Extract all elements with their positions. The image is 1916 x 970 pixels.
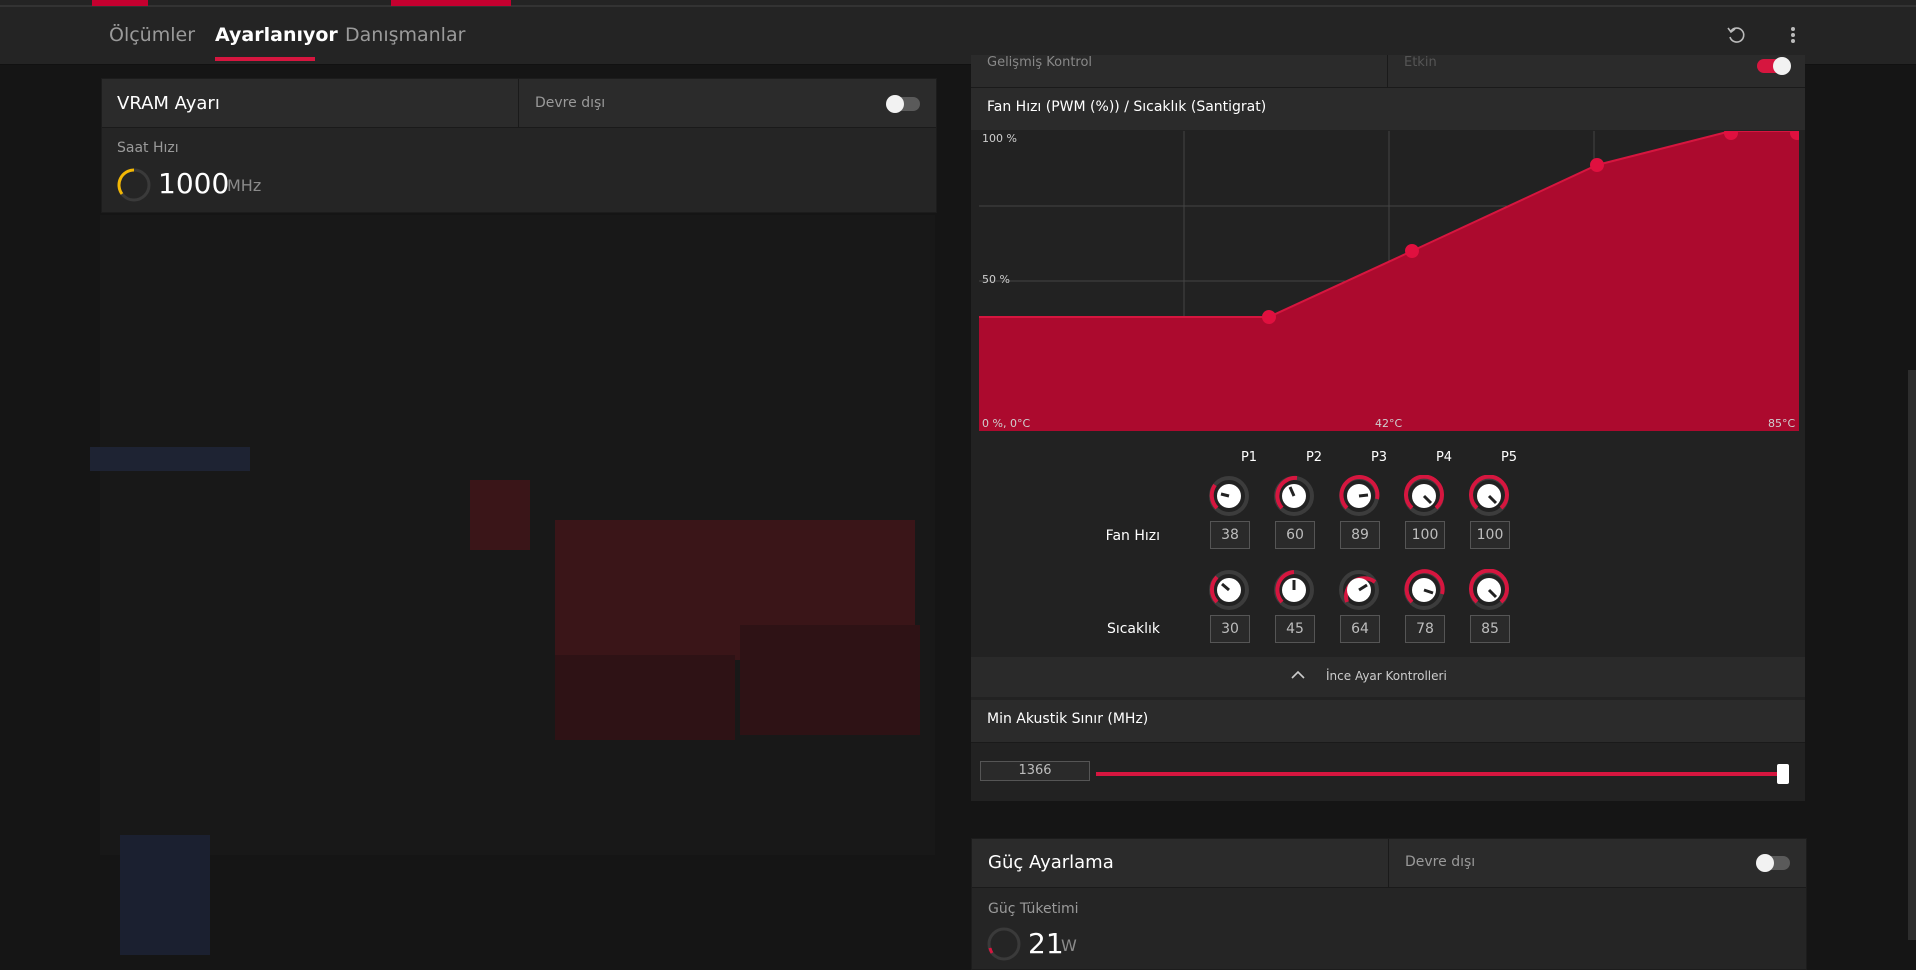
power-toggle[interactable] (1756, 854, 1790, 872)
vram-toggle[interactable] (886, 95, 920, 113)
tab-advisors[interactable]: Danışmanlar (345, 24, 465, 46)
fan-speed-knob-p2[interactable] (1273, 475, 1315, 517)
p1-label: P1 (1240, 450, 1258, 465)
temperature-knob-p2[interactable] (1273, 569, 1315, 611)
p5-label: P5 (1500, 450, 1518, 465)
temperature-row-label: Sıcaklık (1106, 621, 1160, 637)
p4-label: P4 (1435, 450, 1453, 465)
page-scrollbar[interactable] (1908, 370, 1916, 940)
power-state-label: Devre dışı (1405, 854, 1476, 870)
origin-label: 0 %, 0°C (982, 417, 1031, 430)
dim-chart-area-3 (740, 625, 920, 735)
temperature-knob-p1[interactable] (1208, 569, 1250, 611)
p3-label: P3 (1370, 450, 1388, 465)
temperature-knob-p3[interactable] (1338, 569, 1380, 611)
fan-speed-p2-input[interactable]: 60 (1275, 521, 1315, 549)
power-header-divider (1388, 839, 1389, 888)
fan-speed-knob-p5[interactable] (1468, 475, 1510, 517)
y-top-label: 100 % (982, 132, 1017, 145)
temperature-p3-input[interactable]: 64 (1340, 615, 1380, 643)
fan-speed-row-label: Fan Hızı (1105, 528, 1160, 544)
fan-speed-p5-input[interactable]: 100 (1470, 521, 1510, 549)
top-divider (0, 5, 1916, 7)
dim-gauge (120, 835, 210, 955)
temperature-knob-p5[interactable] (1468, 569, 1510, 611)
acoustic-value-input[interactable]: 1366 (980, 761, 1090, 781)
top-accent-mid (391, 0, 511, 6)
top-accent-left (92, 0, 148, 6)
power-card: Güç Ayarlama Devre dışı Güç Tüketimi 21 … (971, 838, 1807, 970)
temperature-knob-p4[interactable] (1403, 569, 1445, 611)
header-divider (518, 79, 519, 128)
more-vertical-icon (1791, 27, 1795, 43)
dim-chart-block (470, 480, 530, 550)
vram-state-label: Devre dışı (535, 95, 606, 111)
active-tab-indicator (215, 57, 315, 61)
curve-point-p2 (1405, 244, 1419, 258)
clock-label: Saat Hızı (117, 140, 179, 156)
temperature-p4-input[interactable]: 78 (1405, 615, 1445, 643)
fan-speed-p3-input[interactable]: 89 (1340, 521, 1380, 549)
clock-gauge-icon (117, 168, 151, 202)
fan-speed-knob-p4[interactable] (1403, 475, 1445, 517)
acoustic-slider-thumb[interactable] (1777, 764, 1789, 784)
fine-tune-label: İnce Ayar Kontrolleri (1326, 669, 1447, 683)
curve-point-p1 (1262, 310, 1276, 324)
x-mid-label: 42°C (1375, 417, 1403, 430)
power-title: Güç Ayarlama (988, 852, 1114, 873)
advanced-label: Gelişmiş Kontrol (987, 55, 1093, 70)
dim-button (90, 447, 250, 471)
reset-button[interactable] (1723, 22, 1749, 48)
x-max-label: 85°C (1768, 417, 1796, 430)
fan-speed-knob-p1[interactable] (1208, 475, 1250, 517)
clock-unit: MHz (227, 176, 262, 195)
y-mid-label: 50 % (982, 273, 1010, 286)
dim-chart-area-2 (555, 655, 735, 740)
advanced-divider (1387, 55, 1388, 87)
fine-tune-toggle-bar[interactable]: İnce Ayar Kontrolleri (971, 657, 1805, 697)
advanced-header (971, 55, 1805, 88)
acoustic-body: 1366 (971, 743, 1805, 801)
fan-curve-chart[interactable] (979, 131, 1799, 431)
power-consumption-label: Güç Tüketimi (988, 901, 1079, 917)
vram-title: VRAM Ayarı (117, 93, 220, 114)
vram-card-header (102, 79, 936, 128)
tab-measurements[interactable]: Ölçümler (109, 24, 195, 46)
p2-label: P2 (1305, 450, 1323, 465)
fan-speed-p1-input[interactable]: 38 (1210, 521, 1250, 549)
reset-icon (1727, 27, 1745, 43)
power-value: 21 (1028, 927, 1064, 960)
temperature-p5-input[interactable]: 85 (1470, 615, 1510, 643)
vram-card: VRAM Ayarı Devre dışı Saat Hızı 1000 MHz (101, 78, 937, 213)
fan-chart-title: Fan Hızı (PWM (%)) / Sıcaklık (Santigrat… (987, 99, 1267, 115)
clock-value: 1000 (158, 167, 230, 200)
acoustic-title: Min Akustik Sınır (MHz) (987, 711, 1149, 727)
temperature-p1-input[interactable]: 30 (1210, 615, 1250, 643)
fan-speed-p4-input[interactable]: 100 (1405, 521, 1445, 549)
temperature-p2-input[interactable]: 45 (1275, 615, 1315, 643)
fan-speed-knob-p3[interactable] (1338, 475, 1380, 517)
acoustic-header: Min Akustik Sınır (MHz) (971, 700, 1805, 743)
chevron-up-icon (1291, 670, 1305, 679)
more-options-button[interactable] (1780, 22, 1806, 48)
power-unit: W (1061, 936, 1077, 955)
advanced-toggle[interactable] (1757, 57, 1791, 75)
advanced-state-label: Etkin (1404, 55, 1437, 70)
acoustic-slider-track[interactable] (1096, 772, 1786, 776)
tab-tuning[interactable]: Ayarlanıyor (215, 24, 338, 46)
curve-point-p3 (1590, 158, 1604, 172)
